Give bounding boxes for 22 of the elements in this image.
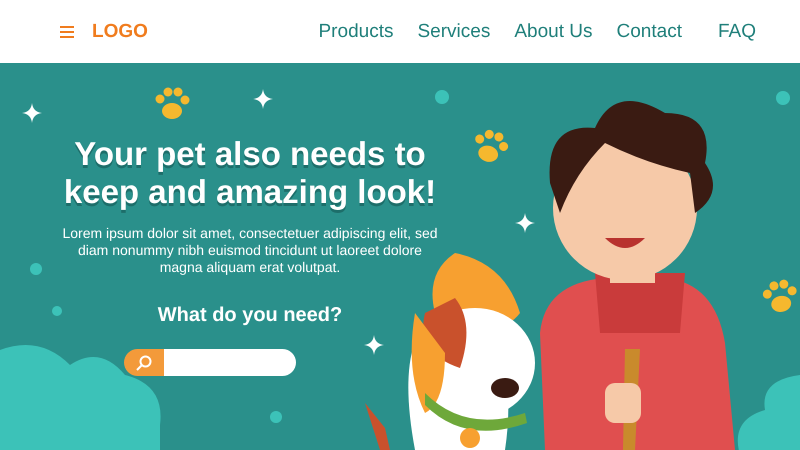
- search-button[interactable]: [124, 349, 164, 376]
- nav-link[interactable]: Products: [318, 20, 394, 42]
- menu-icon[interactable]: [60, 24, 74, 38]
- nav-link[interactable]: Contact: [616, 20, 682, 42]
- nav-link[interactable]: Services: [417, 20, 490, 42]
- hero-title: Your pet also needs to keep and amazing look!: [62, 135, 438, 211]
- dot-icon: [435, 90, 449, 104]
- dot-icon: [776, 91, 790, 105]
- search-icon: [136, 354, 152, 370]
- dot-icon: [30, 263, 42, 275]
- search-prompt: What do you need?: [158, 304, 342, 327]
- dot-icon: [270, 411, 282, 423]
- sparkle-icon: [253, 89, 273, 109]
- hero-description: Lorem ipsum dolor sit amet, consectetuer adipiscing elit, sed diam nonummy nibh euismod tincidunt ut laoreet dolore magna aliquam erat volutpat.: [61, 225, 439, 276]
- sparkle-icon: [515, 213, 535, 233]
- logo[interactable]: LOGO: [92, 20, 148, 42]
- nav-link[interactable]: FAQ: [718, 20, 756, 42]
- sparkle-icon: [364, 335, 384, 355]
- search-field[interactable]: [164, 349, 296, 376]
- nav-link[interactable]: About Us: [514, 20, 592, 42]
- sparkle-icon: [22, 103, 42, 123]
- dot-icon: [52, 306, 62, 316]
